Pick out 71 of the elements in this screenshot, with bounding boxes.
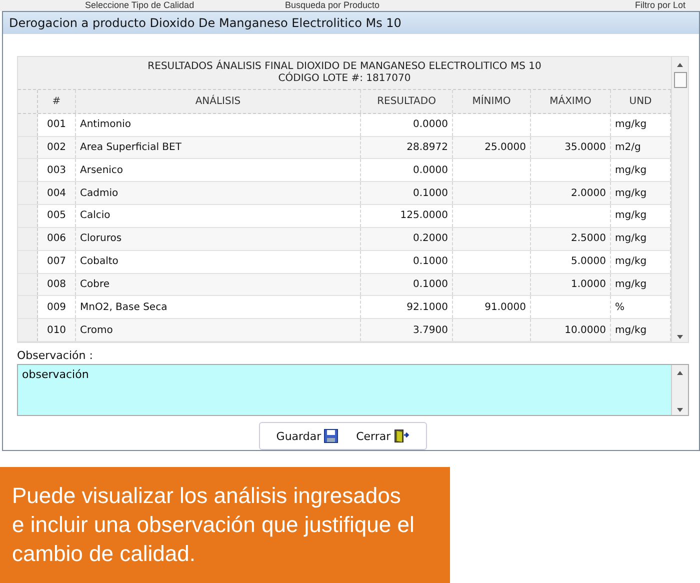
callout-text: Puede visualizar los análisis ingresados e incluir una observación que justifique el cambio de calidad. bbox=[0, 467, 450, 583]
table-cell: 007 bbox=[38, 250, 76, 272]
table-cell: 3.7900 bbox=[361, 319, 453, 341]
background-label: Busqueda por Producto bbox=[285, 0, 381, 11]
table-cell: Area Superficial BET bbox=[76, 136, 361, 158]
row-header[interactable] bbox=[18, 274, 38, 296]
table-cell: Cobre bbox=[76, 274, 361, 296]
column-header[interactable]: # bbox=[38, 90, 76, 113]
observation-label: Observación : bbox=[17, 349, 94, 362]
table-row[interactable]: 008 Cobre 0.1000 1.0000 mg/kg bbox=[18, 274, 671, 296]
table-cell: 004 bbox=[38, 182, 76, 204]
table-cell: 0.1000 bbox=[361, 274, 453, 296]
scroll-thumb[interactable] bbox=[674, 72, 686, 88]
table-cell: Antimonio bbox=[76, 114, 361, 136]
column-header[interactable]: RESULTADO bbox=[361, 90, 453, 113]
row-header[interactable] bbox=[18, 228, 38, 250]
table-cell: 0.0000 bbox=[361, 159, 453, 182]
table-cell: 91.0000 bbox=[453, 296, 531, 318]
table-row[interactable]: 004 Cadmio 0.1000 2.0000 mg/kg bbox=[18, 182, 671, 206]
row-header[interactable] bbox=[18, 114, 38, 136]
table-cell: 006 bbox=[38, 228, 76, 250]
row-header[interactable] bbox=[18, 182, 38, 204]
table-cell: 25.0000 bbox=[453, 136, 531, 158]
table-cell: 1.0000 bbox=[531, 274, 611, 296]
table-row[interactable]: 002 Area Superficial BET 28.8972 25.0000 35.0000 m2/g bbox=[18, 136, 671, 160]
table-cell: Arsenico bbox=[76, 159, 361, 182]
table-row[interactable]: 006 Cloruros 0.2000 2.5000 mg/kg bbox=[18, 228, 671, 251]
table-cell: 10.0000 bbox=[531, 319, 611, 341]
table-cell: 5.0000 bbox=[531, 250, 611, 272]
exit-door-icon bbox=[394, 429, 410, 443]
table-cell: Cadmio bbox=[76, 182, 361, 204]
table-title: RESULTADOS ÁNALISIS FINAL DIOXIDO DE MANGANESO ELECTROLITICO MS 10 bbox=[148, 60, 542, 72]
column-header[interactable]: ANÁLISIS bbox=[76, 90, 361, 113]
table-cell: 0.2000 bbox=[361, 228, 453, 250]
close-button[interactable]: Cerrar bbox=[352, 427, 414, 445]
table-cell: 28.8972 bbox=[361, 136, 453, 158]
table-cell: Cobalto bbox=[76, 250, 361, 272]
table-cell: 009 bbox=[38, 296, 76, 318]
table-cell: 010 bbox=[38, 319, 76, 341]
table-cell: 001 bbox=[38, 114, 76, 136]
table-cell: 003 bbox=[38, 159, 76, 182]
column-header[interactable]: MÁXIMO bbox=[531, 90, 611, 113]
row-header[interactable] bbox=[18, 136, 38, 158]
background-label: Seleccione Tipo de Calidad bbox=[85, 0, 196, 11]
table-cell: 0.1000 bbox=[361, 182, 453, 204]
table-row[interactable]: 010 Cromo 3.7900 10.0000 mg/kg bbox=[18, 319, 671, 342]
table-cell: 92.1000 bbox=[361, 296, 453, 318]
table-cell: 0.0000 bbox=[361, 114, 453, 136]
table-cell: 2.5000 bbox=[531, 228, 611, 250]
row-header[interactable] bbox=[18, 250, 38, 272]
observation-field[interactable]: observación bbox=[17, 364, 689, 416]
row-header[interactable] bbox=[18, 205, 38, 227]
row-header[interactable] bbox=[18, 159, 38, 182]
table-subtitle: CÓDIGO LOTE #: 1817070 bbox=[278, 72, 411, 85]
table-cell: 0.1000 bbox=[361, 250, 453, 272]
table-cell: 35.0000 bbox=[531, 136, 611, 158]
window-title: Derogacion a producto Dioxido De Manganeso Electrolitico Ms 10 bbox=[3, 12, 699, 34]
row-header[interactable] bbox=[18, 296, 38, 318]
table-cell: 005 bbox=[38, 205, 76, 227]
table-cell: 008 bbox=[38, 274, 76, 296]
table-cell: Calcio bbox=[76, 205, 361, 227]
table-cell: 125.0000 bbox=[361, 205, 453, 227]
row-header[interactable] bbox=[18, 319, 38, 341]
save-button[interactable]: Guardar bbox=[272, 427, 342, 445]
table-cell: 2.0000 bbox=[531, 182, 611, 204]
table-cell: MnO2, Base Seca bbox=[76, 296, 361, 318]
table-cell: Cromo bbox=[76, 319, 361, 341]
column-header[interactable]: MÍNIMO bbox=[453, 90, 531, 113]
table-cell: 002 bbox=[38, 136, 76, 158]
table-cell: Cloruros bbox=[76, 228, 361, 250]
background-label: Filtro por Lot bbox=[635, 0, 687, 11]
